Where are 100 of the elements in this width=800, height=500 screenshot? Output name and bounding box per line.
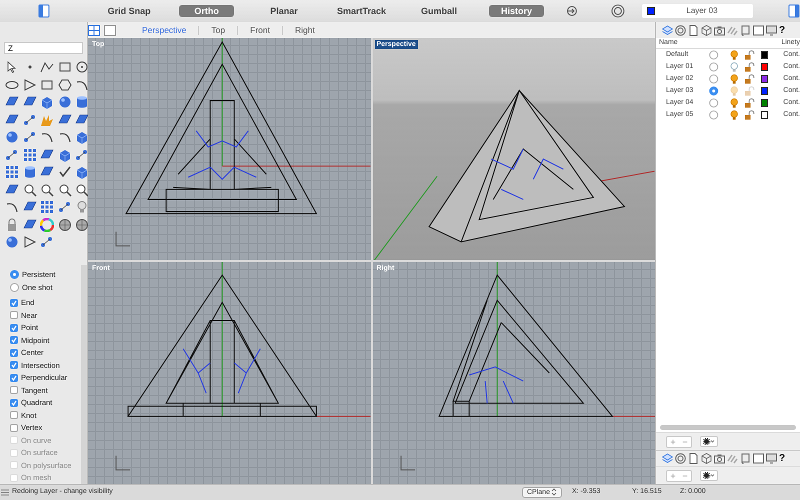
checkbox[interactable]	[10, 411, 18, 420]
current-layer-radio[interactable]	[709, 86, 719, 96]
cube-icon[interactable]	[58, 148, 72, 162]
current-layer-field[interactable]: Layer 03	[642, 4, 754, 18]
page-icon[interactable]	[688, 24, 699, 36]
viewport-tab[interactable]: Right	[282, 26, 327, 34]
gear-menu-button[interactable]	[700, 436, 718, 447]
layer-color-swatch[interactable]	[760, 51, 768, 59]
globe-icon[interactable]	[58, 218, 72, 232]
magnifier-icon[interactable]	[40, 182, 54, 196]
sidebar-toggle-icon[interactable]	[788, 4, 800, 18]
light-bulb-icon[interactable]	[730, 74, 738, 84]
dot-grid-icon[interactable]	[40, 200, 54, 214]
page-icon[interactable]	[688, 453, 699, 464]
scroll-icon[interactable]	[740, 453, 751, 464]
light-bulb-icon[interactable]	[730, 98, 738, 108]
polyline-icon[interactable]	[40, 60, 54, 74]
cylinder-icon[interactable]	[22, 165, 36, 179]
sphere-icon[interactable]	[5, 235, 19, 249]
target-icon[interactable]	[610, 4, 625, 18]
checkbox[interactable]	[10, 324, 18, 332]
lock-icon[interactable]	[5, 218, 19, 232]
layers-icon[interactable]	[662, 24, 673, 36]
layer-color-swatch[interactable]	[760, 99, 768, 107]
checkbox[interactable]	[10, 298, 18, 307]
dot-grid-icon[interactable]	[22, 148, 36, 162]
toggle-button[interactable]: Gumball	[411, 5, 467, 17]
toggle-button[interactable]: Ortho	[178, 5, 234, 17]
padlock-icon[interactable]	[744, 98, 755, 108]
toggle-button[interactable]: Grid Snap	[101, 5, 157, 17]
arc-icon[interactable]	[40, 130, 54, 144]
checkbox[interactable]	[10, 386, 18, 394]
current-layer-radio[interactable]	[709, 110, 719, 120]
circle-icon[interactable]	[75, 60, 89, 74]
checkbox[interactable]	[10, 398, 18, 407]
monitor-icon[interactable]	[766, 453, 777, 464]
cylinder-icon[interactable]	[75, 95, 89, 109]
cube-icon[interactable]	[40, 95, 54, 109]
surface-icon[interactable]	[22, 218, 36, 232]
cursor-icon[interactable]	[5, 60, 19, 74]
toggle-button[interactable]: Planar	[256, 5, 312, 17]
rectangle-icon[interactable]	[40, 78, 54, 92]
radio-button[interactable]	[10, 270, 19, 280]
monitor-icon[interactable]	[766, 24, 777, 36]
current-layer-radio[interactable]	[709, 98, 719, 108]
four-view-icon[interactable]	[88, 24, 100, 36]
dots-icon[interactable]	[22, 112, 36, 126]
padlock-icon[interactable]	[744, 62, 755, 72]
surface-icon[interactable]	[58, 112, 72, 126]
sidebar-toggle-icon[interactable]	[38, 4, 50, 18]
current-layer-radio[interactable]	[709, 62, 719, 72]
hexagon-icon[interactable]	[58, 78, 72, 92]
light-bulb-icon[interactable]	[730, 50, 738, 60]
radio-button[interactable]	[10, 282, 19, 292]
checkmark-icon[interactable]	[58, 165, 72, 179]
cube-icon[interactable]	[75, 130, 89, 144]
toggle-button[interactable]: History	[488, 5, 544, 17]
arc-icon[interactable]	[5, 200, 19, 214]
padlock-icon[interactable]	[744, 50, 755, 60]
help-label[interactable]: ?	[779, 24, 786, 36]
checkbox[interactable]	[10, 374, 18, 382]
layers-icon[interactable]	[662, 453, 673, 464]
rectangle-icon[interactable]	[58, 60, 72, 74]
sphere-icon[interactable]	[58, 95, 72, 109]
current-layer-radio[interactable]	[709, 50, 719, 60]
gear-menu-button[interactable]	[700, 470, 718, 481]
dots-icon[interactable]	[58, 200, 72, 214]
globe-icon[interactable]	[75, 218, 89, 232]
checkbox[interactable]	[10, 336, 18, 344]
target-icon[interactable]	[675, 453, 686, 464]
dot-grid-icon[interactable]	[5, 165, 19, 179]
layer-color-swatch[interactable]	[760, 63, 768, 71]
layer-color-swatch[interactable]	[760, 111, 768, 119]
scroll-icon[interactable]	[740, 24, 751, 36]
viewport-tab[interactable]: Front	[237, 26, 282, 34]
toggle-button[interactable]: SmartTrack	[334, 5, 390, 17]
dots-icon[interactable]	[40, 235, 54, 249]
light-bulb-icon[interactable]	[730, 110, 738, 120]
checkbox[interactable]	[10, 361, 18, 370]
checkbox[interactable]	[10, 348, 18, 357]
command-field[interactable]: Z	[4, 42, 83, 54]
layer-color-swatch[interactable]	[760, 75, 768, 83]
sphere-icon[interactable]	[5, 130, 19, 144]
dots-icon[interactable]	[5, 148, 19, 162]
cube-icon[interactable]	[701, 453, 712, 464]
target-icon[interactable]	[675, 24, 686, 36]
surface-icon[interactable]	[5, 182, 19, 196]
help-label[interactable]: ?	[779, 453, 786, 464]
layer-color-swatch[interactable]	[760, 87, 768, 95]
checkbox[interactable]	[10, 311, 18, 320]
camera-icon[interactable]	[714, 453, 725, 464]
viewport-tab[interactable]: Perspective	[130, 26, 198, 34]
padlock-icon[interactable]	[744, 110, 755, 120]
arc-icon[interactable]	[58, 130, 72, 144]
cube-icon[interactable]	[701, 24, 712, 36]
magnifier-icon[interactable]	[22, 182, 36, 196]
square-icon[interactable]	[753, 453, 764, 464]
current-layer-radio[interactable]	[709, 74, 719, 84]
color-wheel-icon[interactable]	[40, 218, 54, 232]
triangle-icon[interactable]	[22, 235, 36, 249]
